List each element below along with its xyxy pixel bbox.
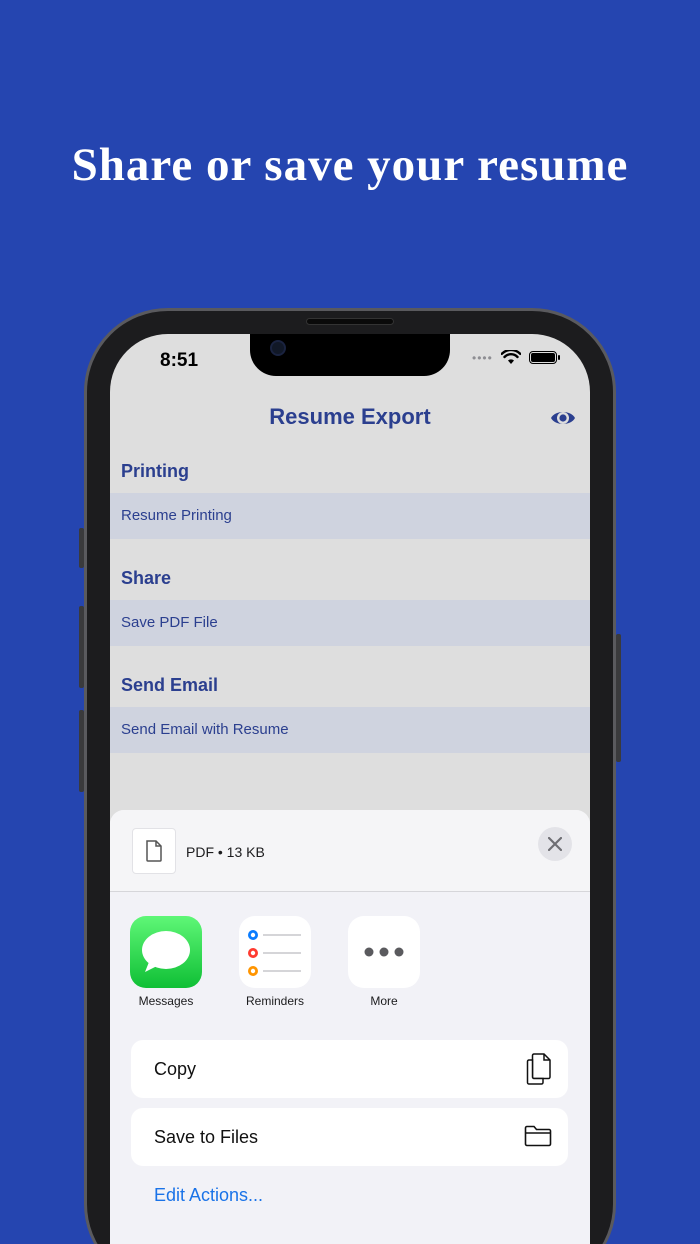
nav-title: Resume Export — [269, 404, 431, 429]
signal-icon: •••• — [472, 350, 493, 365]
status-icons: •••• — [472, 350, 560, 365]
battery-icon — [528, 351, 560, 364]
row-send-email[interactable]: Send Email with Resume — [110, 707, 590, 753]
messages-icon — [130, 916, 202, 988]
edit-actions-link[interactable]: Edit Actions... — [154, 1185, 263, 1206]
speaker-grille — [306, 318, 394, 325]
share-sheet-header: PDF • 13 KB — [110, 810, 590, 892]
share-app-messages[interactable]: Messages — [129, 916, 203, 1008]
more-icon — [348, 916, 420, 988]
document-icon — [132, 828, 176, 874]
eye-icon[interactable] — [550, 407, 576, 429]
file-info: PDF • 13 KB — [186, 844, 265, 860]
close-icon — [548, 837, 562, 851]
action-save-to-files[interactable]: Save to Files — [131, 1108, 568, 1166]
action-label-save-to-files: Save to Files — [154, 1127, 259, 1147]
section-title-printing: Printing — [121, 461, 189, 481]
app-label-reminders: Reminders — [245, 994, 305, 1008]
app-label-messages: Messages — [138, 994, 194, 1008]
camera-icon — [270, 340, 286, 356]
share-app-more[interactable]: More — [347, 916, 421, 1008]
folder-icon — [524, 1125, 552, 1147]
volume-down-button — [79, 710, 84, 792]
wifi-icon — [500, 350, 521, 364]
reminders-icon — [239, 916, 311, 988]
mute-switch — [79, 528, 84, 568]
section-title-send-email: Send Email — [121, 675, 219, 695]
close-button[interactable] — [538, 827, 572, 861]
share-app-reminders[interactable]: Reminders — [238, 916, 312, 1008]
power-button — [616, 634, 621, 762]
row-resume-printing[interactable]: Resume Printing — [110, 493, 590, 539]
app-label-more: More — [370, 994, 398, 1008]
share-sheet: PDF • 13 KB Messages Reminders More Copy… — [110, 810, 590, 1244]
section-title-share: Share — [121, 568, 172, 588]
status-time: 8:51 — [160, 350, 199, 371]
volume-up-button — [79, 606, 84, 688]
action-label-copy: Copy — [154, 1059, 197, 1079]
action-copy[interactable]: Copy — [131, 1040, 568, 1098]
copy-icon — [526, 1053, 551, 1085]
promo-headline: Share or save your resume — [71, 139, 629, 191]
row-save-pdf-file[interactable]: Save PDF File — [110, 600, 590, 646]
